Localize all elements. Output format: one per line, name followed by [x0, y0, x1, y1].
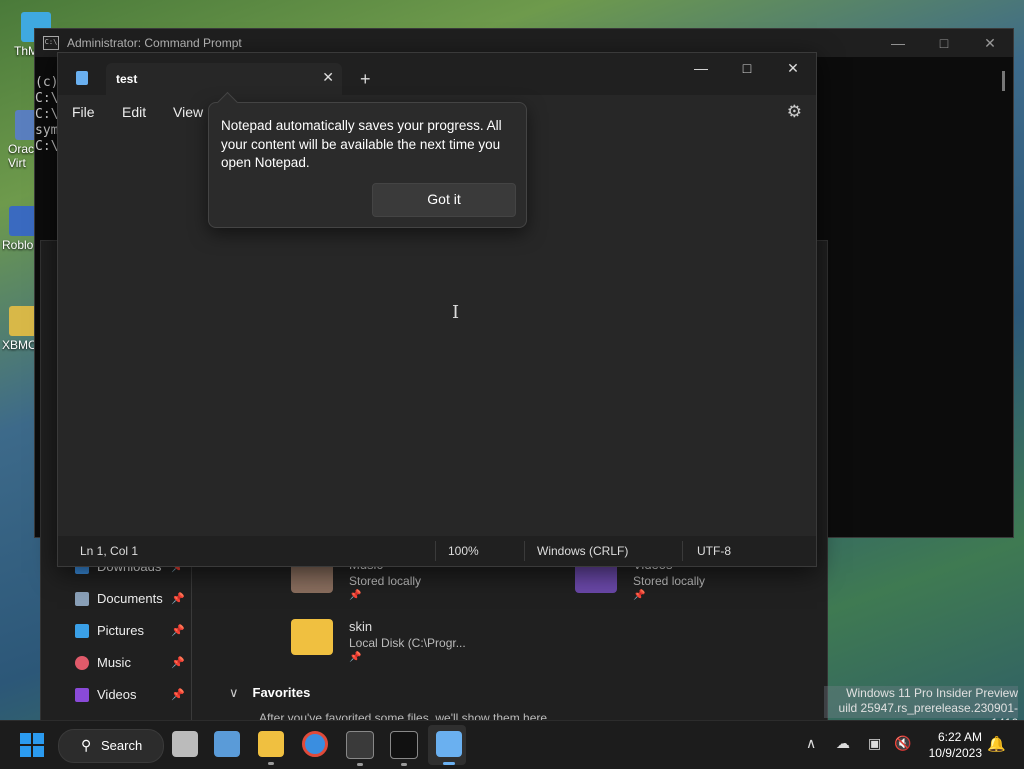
- chevron-down-icon: ∨: [229, 685, 239, 700]
- task-manager-icon[interactable]: [214, 731, 240, 757]
- nav-item-pictures[interactable]: Pictures 📌: [75, 623, 185, 638]
- cmd-icon: C:\: [43, 36, 59, 50]
- volume-muted-icon[interactable]: 🔇: [894, 735, 911, 752]
- tab-close-icon[interactable]: ✕: [322, 69, 334, 86]
- tab-test[interactable]: test ✕: [106, 63, 342, 95]
- menu-edit[interactable]: Edit: [122, 104, 146, 120]
- system-clock[interactable]: 6:22 AM 10/9/2023: [929, 729, 982, 761]
- start-button[interactable]: [20, 733, 44, 757]
- search-button[interactable]: ⚲ Search: [58, 729, 164, 763]
- tip-message: Notepad automatically saves your progres…: [221, 118, 502, 170]
- status-bar: Ln 1, Col 1 100% Windows (CRLF) UTF-8: [58, 536, 816, 566]
- pictures-icon: [75, 623, 89, 638]
- folder-icon: [291, 619, 333, 655]
- encoding[interactable]: UTF-8: [697, 544, 731, 558]
- notification-bell-icon[interactable]: 🔔: [987, 735, 1006, 753]
- cmd-scrollbar[interactable]: [1002, 71, 1005, 91]
- autosave-teaching-tip: Notepad automatically saves your progres…: [208, 102, 527, 228]
- nav-item-documents[interactable]: Documents 📌: [75, 591, 185, 606]
- menu-file[interactable]: File: [72, 104, 95, 120]
- videos-icon: [75, 687, 89, 702]
- close-icon[interactable]: ✕: [967, 29, 1013, 57]
- text-cursor-icon: I: [452, 302, 460, 323]
- command-prompt-taskbar-icon[interactable]: [390, 731, 418, 766]
- music-icon: [75, 655, 89, 670]
- cmd-title: Administrator: Command Prompt: [67, 36, 242, 50]
- terminal-icon[interactable]: [346, 731, 374, 766]
- nav-item-videos[interactable]: Videos 📌: [75, 687, 185, 702]
- task-view-icon[interactable]: [172, 731, 198, 757]
- notepad-taskbar-icon[interactable]: [436, 731, 462, 765]
- network-icon[interactable]: ▣: [868, 735, 881, 752]
- taskbar: ⚲ Search ∧ ☁ ▣ 🔇 6:22 AM 10/9/2023 🔔: [0, 720, 1024, 769]
- build-watermark: Windows 11 Pro Insider Preview uild 2594…: [824, 686, 1018, 730]
- cmd-output[interactable]: (c) C:\ C:\ sym C:\: [35, 75, 58, 155]
- zoom-level[interactable]: 100%: [448, 544, 479, 558]
- notepad-tab-bar[interactable]: test ✕ + — □ ✕: [58, 53, 816, 95]
- nav-divider: [191, 561, 192, 721]
- maximize-icon[interactable]: □: [724, 53, 770, 85]
- maximize-icon[interactable]: □: [921, 29, 967, 57]
- pin-icon: 📌: [349, 590, 362, 601]
- documents-icon: [75, 591, 89, 606]
- gear-icon[interactable]: ⚙: [787, 102, 802, 122]
- chrome-icon[interactable]: [302, 731, 328, 757]
- notepad-icon: [76, 71, 88, 85]
- close-icon[interactable]: ✕: [770, 53, 816, 85]
- chevron-up-icon[interactable]: ∧: [806, 735, 816, 752]
- favorites-header[interactable]: ∨ Favorites: [229, 685, 310, 701]
- pin-icon: 📌: [171, 625, 185, 637]
- pin-icon: 📌: [171, 657, 185, 669]
- minimize-icon[interactable]: —: [875, 29, 921, 57]
- pin-icon: 📌: [633, 590, 646, 601]
- line-ending[interactable]: Windows (CRLF): [537, 544, 628, 558]
- quick-access-skin[interactable]: skin Local Disk (C:\Progr... 📌: [291, 619, 466, 663]
- onedrive-icon[interactable]: ☁: [836, 735, 850, 752]
- pin-icon: 📌: [171, 593, 185, 605]
- got-it-button[interactable]: Got it: [372, 183, 516, 217]
- minimize-icon[interactable]: —: [678, 53, 724, 85]
- menu-view[interactable]: View: [173, 104, 203, 120]
- pin-icon: 📌: [171, 689, 185, 701]
- search-icon: ⚲: [81, 737, 92, 753]
- new-tab-icon[interactable]: +: [360, 69, 371, 90]
- file-explorer-taskbar-icon[interactable]: [258, 731, 284, 765]
- nav-item-music[interactable]: Music 📌: [75, 655, 185, 670]
- cursor-position: Ln 1, Col 1: [80, 544, 139, 558]
- pin-icon: 📌: [349, 652, 362, 663]
